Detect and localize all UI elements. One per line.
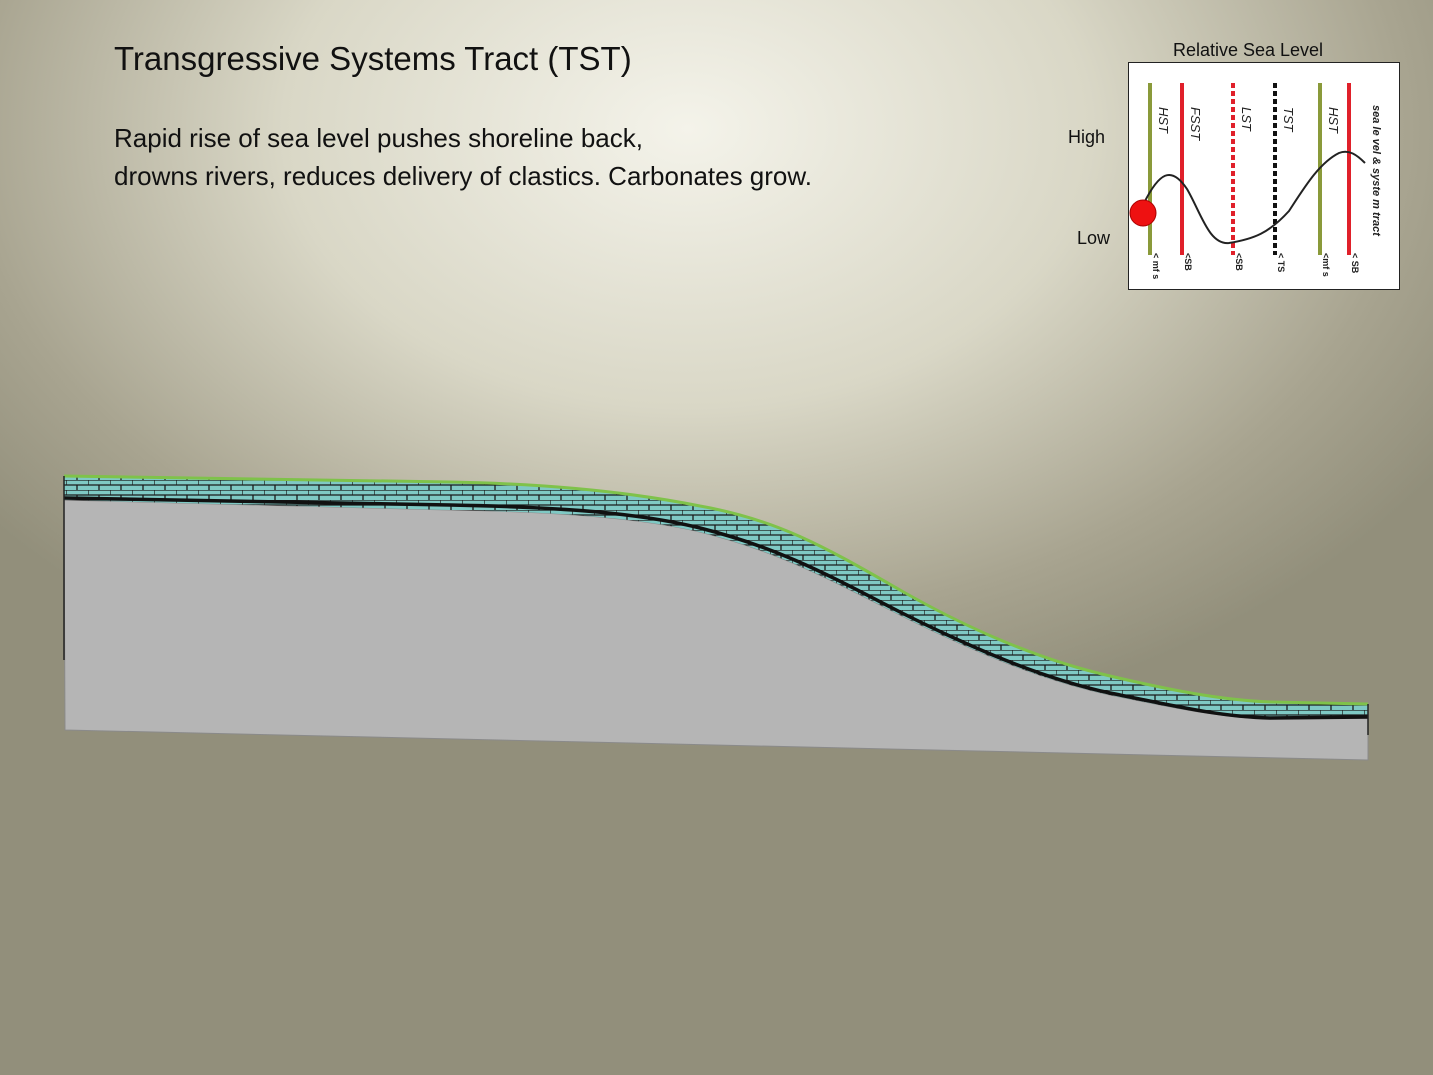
basement-layer [63,499,1369,761]
cross-section-diagram [63,474,1369,761]
